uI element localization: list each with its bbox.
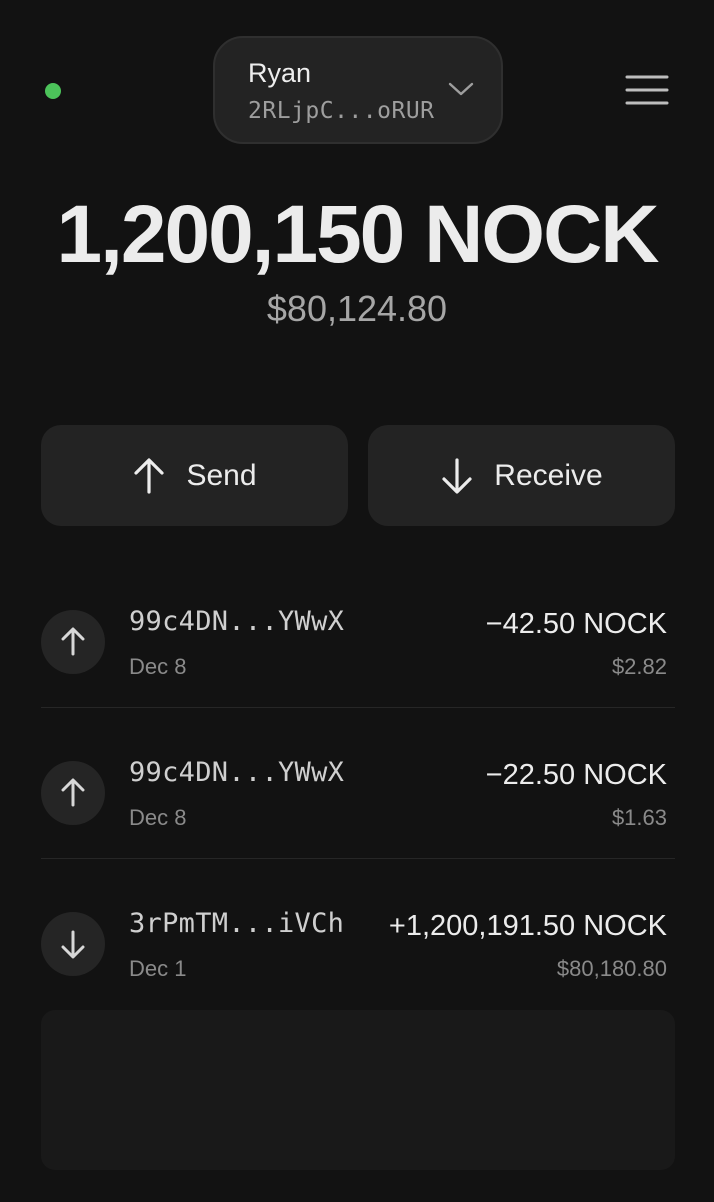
balance-usd: $80,124.80 — [266, 288, 448, 329]
send-button[interactable]: Send — [41, 425, 348, 526]
balance-amount: 1,200,150 NOCK — [56, 189, 659, 280]
transaction-address: 99c4DN...YWwX — [129, 757, 345, 788]
send-label: Send — [186, 458, 257, 492]
arrow-up-icon — [41, 761, 105, 825]
transaction-amount: −42.50 NOCK — [485, 608, 667, 640]
wallet-screen: Ryan 2RLjpC...oRUR 1,200,150 NOCK $80,12… — [0, 0, 714, 1202]
loading-placeholder — [41, 1010, 675, 1170]
divider — [41, 707, 675, 708]
transaction-amount: +1,200,191.50 NOCK — [388, 910, 667, 942]
transaction-usd: $1.63 — [611, 805, 667, 830]
transaction-usd: $2.82 — [611, 654, 667, 679]
status-dot-icon — [45, 83, 61, 99]
divider — [41, 858, 675, 859]
arrow-up-icon — [41, 610, 105, 674]
transaction-date: Dec 8 — [129, 654, 187, 679]
arrow-down-icon — [41, 912, 105, 976]
transaction-amount: −22.50 NOCK — [485, 759, 667, 791]
receive-label: Receive — [494, 458, 603, 492]
transaction-date: Dec 1 — [129, 956, 187, 981]
transaction-address: 3rPmTM...iVCh — [129, 908, 345, 939]
account-selector[interactable]: Ryan 2RLjpC...oRUR — [213, 36, 503, 144]
hamburger-menu-icon[interactable] — [622, 68, 672, 112]
transaction-usd: $80,180.80 — [556, 956, 667, 981]
transaction-row[interactable]: 99c4DN...YWwX Dec 8 −22.50 NOCK $1.63 — [41, 739, 675, 889]
account-name: Ryan — [248, 58, 312, 88]
account-address: 2RLjpC...oRUR — [248, 98, 435, 124]
transaction-address: 99c4DN...YWwX — [129, 606, 345, 637]
arrow-up-icon — [134, 457, 165, 494]
arrow-down-icon — [442, 457, 472, 494]
chevron-down-icon — [448, 82, 474, 96]
transaction-date: Dec 8 — [129, 805, 187, 830]
transaction-row[interactable]: 99c4DN...YWwX Dec 8 −42.50 NOCK $2.82 — [41, 588, 675, 738]
receive-button[interactable]: Receive — [368, 425, 675, 526]
